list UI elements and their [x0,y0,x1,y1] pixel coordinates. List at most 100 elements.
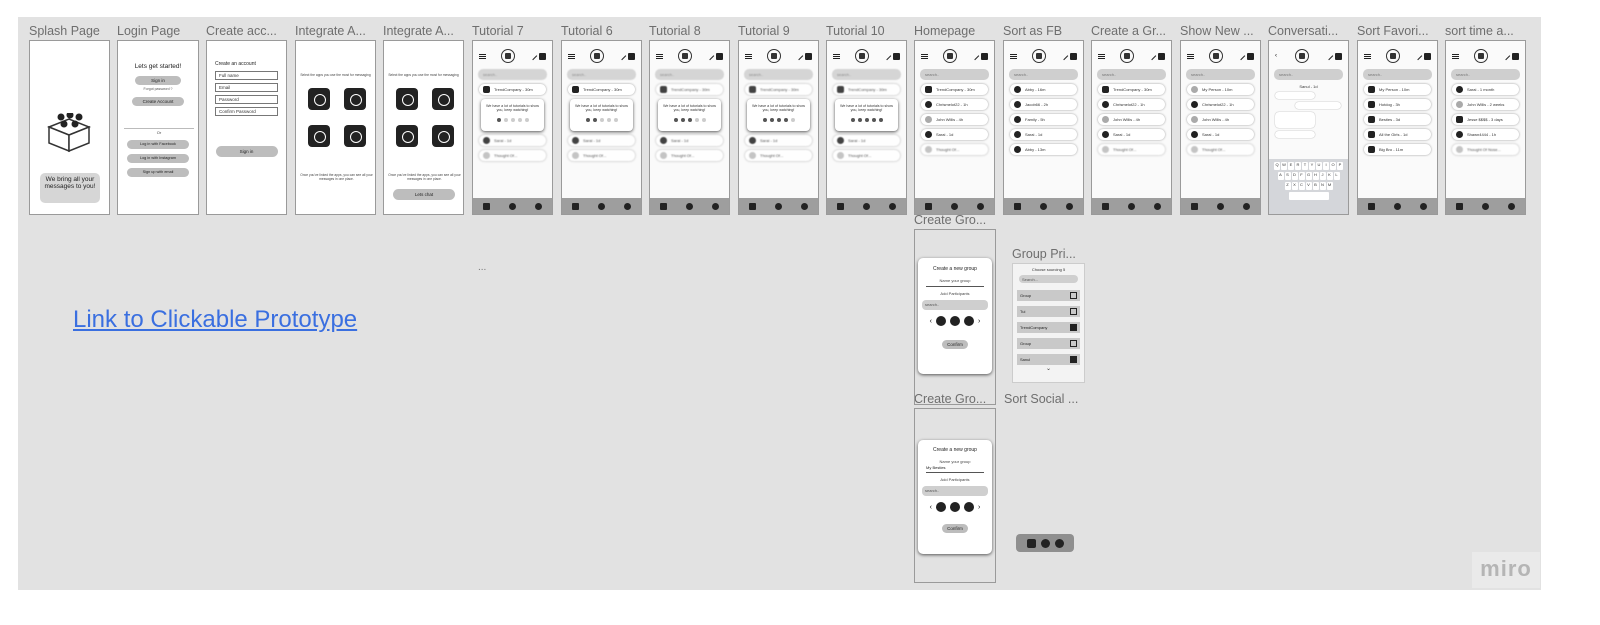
clock-icon[interactable] [535,202,543,210]
clock-icon[interactable] [624,202,632,210]
frame-create-group-3[interactable]: Create a new group Name your group My Be… [914,408,996,583]
chat-row[interactable]: Hotdog - 3h [1364,99,1431,110]
confirm-button[interactable]: Confirm [942,524,968,533]
avatar-icon[interactable] [964,316,974,326]
star-icon[interactable] [1367,202,1375,210]
avatar-icon[interactable] [936,502,946,512]
frame-create-account[interactable]: Create an account Full name Email Passwo… [206,40,287,215]
participant-avatars[interactable]: ‹ › [918,502,992,512]
frame-integrate-apps-2[interactable]: Select the apps you use the most for mes… [383,40,464,215]
box-icon[interactable] [862,202,870,210]
chat-row[interactable]: Thought Of... [479,150,546,161]
chat-row[interactable]: John Willis - 4h [921,114,988,125]
search-input[interactable]: search.. [1009,69,1078,80]
avatar-icon[interactable] [950,316,960,326]
compose-icon[interactable] [794,51,804,61]
avatar-icon[interactable] [950,502,960,512]
chat-row[interactable]: Chrismelot22 - 1h [1187,99,1254,110]
full-name-field[interactable]: Full name [215,71,278,80]
frame-title[interactable]: Tutorial 8 [649,24,729,38]
instagram-icon[interactable] [1026,538,1036,548]
chat-row[interactable]: Thought Of... [568,150,635,161]
privacy-row[interactable]: Group [1017,290,1080,301]
frame-sort-favorites[interactable]: search.. My Person - 10m Hotdog - 3h Bes… [1357,40,1438,215]
clock-icon[interactable] [889,202,897,210]
frame-title[interactable]: Homepage [914,24,994,38]
star-icon[interactable] [748,202,756,210]
chat-row[interactable]: Thought Of... [833,150,900,161]
search-input[interactable]: search.. [478,69,547,80]
frame-title[interactable]: Show New ... [1180,24,1260,38]
whatsapp-icon[interactable] [1040,538,1050,548]
frame-tutorial-8[interactable]: search.. TrendCompany - 30m We have a lo… [649,40,730,215]
chevron-down-icon[interactable]: ⌄ [1013,365,1084,372]
filter-icon[interactable] [981,52,988,60]
chat-row[interactable]: Sarai - 1d [1187,129,1254,140]
compose-icon[interactable] [617,51,627,61]
chat-row[interactable]: TrendCompany - 30m [656,84,723,95]
menu-icon[interactable] [745,53,752,59]
frame-tutorial-10[interactable]: search.. TrendCompany - 30m We have a lo… [826,40,907,215]
frame-splash-page[interactable]: We bring all your messages to you! [29,40,110,215]
frame-title[interactable]: Tutorial 6 [561,24,641,38]
checkbox-icon[interactable] [1070,308,1077,315]
clock-icon[interactable] [1508,202,1516,210]
chat-row[interactable]: Sarai - 1d [921,129,988,140]
instagram-login-button[interactable]: Log in with Instagram [127,154,189,163]
search-input[interactable]: search.. [744,69,813,80]
privacy-search[interactable]: Search... [1019,275,1078,283]
forgot-password-link[interactable]: Forgot password ? [118,87,198,91]
menu-icon[interactable] [1452,53,1459,59]
frame-title[interactable]: Sort as FB [1003,24,1083,38]
frame-create-a-group[interactable]: search.. TrendCompany - 30m Chrismelot22… [1091,40,1172,215]
star-icon[interactable] [1013,202,1021,210]
messages-app-icon[interactable] [344,125,366,147]
frame-title[interactable]: Tutorial 10 [826,24,906,38]
avatar-icon[interactable] [936,316,946,326]
checkbox-icon[interactable] [1070,292,1077,299]
star-icon[interactable] [836,202,844,210]
filter-icon[interactable] [805,52,812,60]
create-account-button[interactable]: Create Account [132,97,184,106]
checkbox-checked-icon[interactable] [1070,356,1077,363]
filter-icon[interactable] [628,52,635,60]
chat-row[interactable]: Sarai - 1d [656,135,723,146]
chat-row[interactable]: Sarai - 1d [1098,129,1165,140]
chat-row[interactable]: Sarai - 1d [1010,129,1077,140]
frame-homepage[interactable]: search.. TrendCompany - 30m Chrismelot22… [914,40,995,215]
chat-row[interactable]: Chrismelot22 - 1h [921,99,988,110]
clock-icon[interactable] [1243,202,1251,210]
frame-title[interactable]: Create acc... [206,24,286,38]
search-input[interactable]: search.. [1363,69,1432,80]
chat-row[interactable]: John Willis - 4h [1187,114,1254,125]
box-icon[interactable] [1216,202,1224,210]
frame-integrate-apps-1[interactable]: Select the apps you use the most for mes… [295,40,376,215]
frame-title[interactable]: Tutorial 7 [472,24,552,38]
frame-tutorial-6[interactable]: search.. TrendCompany - 30m We have a lo… [561,40,642,215]
chat-row[interactable]: John Willis - 2 weeks [1452,99,1519,110]
chat-row[interactable]: TrendCompany - 30m [745,84,812,95]
menu-icon[interactable] [1187,53,1194,59]
back-icon[interactable]: ‹ [1275,53,1277,59]
chat-row[interactable]: Abby - 16m [1010,84,1077,95]
menu-icon[interactable] [921,53,928,59]
compose-icon[interactable] [705,51,715,61]
password-field[interactable]: Password [215,95,278,104]
filter-icon[interactable] [1070,52,1077,60]
chat-row[interactable]: Sarai - 1d [833,135,900,146]
frame-title[interactable]: Integrate A... [295,24,375,38]
box-icon[interactable] [1127,202,1135,210]
chat-row[interactable]: My Person - 10m [1364,84,1431,95]
frame-conversation[interactable]: ‹ search.. Sanul - 1d QWERTYUIOP ASDFGHJ… [1268,40,1349,215]
miro-board[interactable]: Splash Page Login Page Create acc... Int… [18,17,1541,590]
frame-sort-as-fb[interactable]: search.. Abby - 16m Jacob66 - 2h Family … [1003,40,1084,215]
chat-row[interactable]: Thought Of... [1098,144,1165,155]
whatsapp-app-icon[interactable] [308,125,330,147]
group-name-input[interactable]: My Besties [926,465,984,473]
chat-row[interactable]: Thought Of... [656,150,723,161]
chevron-left-icon[interactable]: ‹ [930,504,932,511]
search-input[interactable]: search.. [1186,69,1255,80]
chat-row[interactable]: Thought Of... [745,150,812,161]
chat-row[interactable]: TrendCompany - 30m [921,84,988,95]
chat-row[interactable]: TrendCompany - 30m [1098,84,1165,95]
